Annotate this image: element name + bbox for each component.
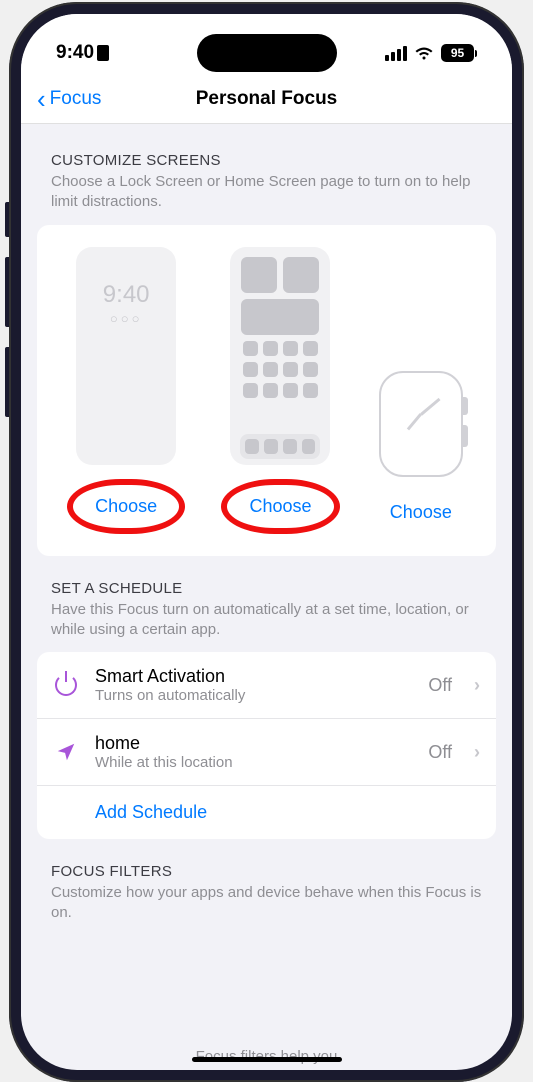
back-button[interactable]: ‹ Focus xyxy=(37,86,101,112)
dynamic-island xyxy=(197,34,337,72)
add-schedule-button[interactable]: Add Schedule xyxy=(37,786,496,839)
choose-lock-button[interactable]: Choose xyxy=(87,490,165,523)
wifi-icon xyxy=(414,46,434,61)
lock-screen-preview[interactable]: 9:40 ○○○ xyxy=(76,247,176,465)
watch-option: Choose xyxy=(376,259,466,534)
smart-activation-row[interactable]: Smart Activation Turns on automatically … xyxy=(37,652,496,719)
location-arrow-icon xyxy=(53,739,79,765)
page-title: Personal Focus xyxy=(196,88,338,110)
choose-home-button[interactable]: Choose xyxy=(241,490,319,523)
home-indicator[interactable] xyxy=(192,1057,342,1062)
lock-preview-dots: ○○○ xyxy=(88,311,164,326)
location-row[interactable]: home While at this location Off › xyxy=(37,719,496,786)
customize-title: CUSTOMIZE SCREENS xyxy=(51,152,482,169)
schedule-desc: Have this Focus turn on automatically at… xyxy=(51,600,482,641)
status-time-text: 9:40 xyxy=(56,42,94,64)
smart-activation-title: Smart Activation xyxy=(95,666,412,687)
location-value: Off xyxy=(428,742,452,763)
status-time: 9:40 xyxy=(56,42,109,64)
filters-desc: Customize how your apps and device behav… xyxy=(51,883,482,924)
smart-activation-sub: Turns on automatically xyxy=(95,687,412,704)
schedule-title: SET A SCHEDULE xyxy=(51,580,482,597)
home-screen-preview[interactable] xyxy=(230,247,330,465)
chevron-right-icon: › xyxy=(474,742,480,763)
location-sub: While at this location xyxy=(95,754,412,771)
home-screen-option: Choose xyxy=(221,247,339,534)
filters-title: FOCUS FILTERS xyxy=(51,863,482,880)
annotation-highlight: Choose xyxy=(221,479,339,534)
chevron-right-icon: › xyxy=(474,675,480,696)
cellular-icon xyxy=(385,46,407,61)
customize-desc: Choose a Lock Screen or Home Screen page… xyxy=(51,172,482,213)
nav-bar: ‹ Focus Personal Focus xyxy=(21,74,512,124)
phone-frame: 9:40 95 ‹ Focus Personal F xyxy=(9,2,524,1082)
battery-icon: 95 xyxy=(441,44,477,62)
sim-icon xyxy=(97,45,109,61)
back-label: Focus xyxy=(50,88,102,110)
power-icon xyxy=(53,672,79,698)
annotation-highlight: Choose xyxy=(67,479,185,534)
phone-side-buttons xyxy=(5,202,9,437)
customize-screens-header: CUSTOMIZE SCREENS Choose a Lock Screen o… xyxy=(37,124,496,219)
content: CUSTOMIZE SCREENS Choose a Lock Screen o… xyxy=(21,124,512,930)
status-right: 95 xyxy=(385,44,477,62)
schedule-header: SET A SCHEDULE Have this Focus turn on a… xyxy=(37,556,496,647)
lock-preview-time: 9:40 xyxy=(88,281,164,309)
location-title: home xyxy=(95,733,412,754)
filters-header: FOCUS FILTERS Customize how your apps an… xyxy=(37,839,496,930)
choose-watch-button[interactable]: Choose xyxy=(376,491,466,534)
customize-screens-card: 9:40 ○○○ Choose xyxy=(37,225,496,556)
schedule-card: Smart Activation Turns on automatically … xyxy=(37,652,496,839)
chevron-left-icon: ‹ xyxy=(37,86,46,112)
smart-activation-value: Off xyxy=(428,675,452,696)
phone-screen: 9:40 95 ‹ Focus Personal F xyxy=(21,14,512,1070)
watch-preview[interactable] xyxy=(379,259,463,477)
lock-screen-option: 9:40 ○○○ Choose xyxy=(67,247,185,534)
battery-level: 95 xyxy=(441,44,474,62)
